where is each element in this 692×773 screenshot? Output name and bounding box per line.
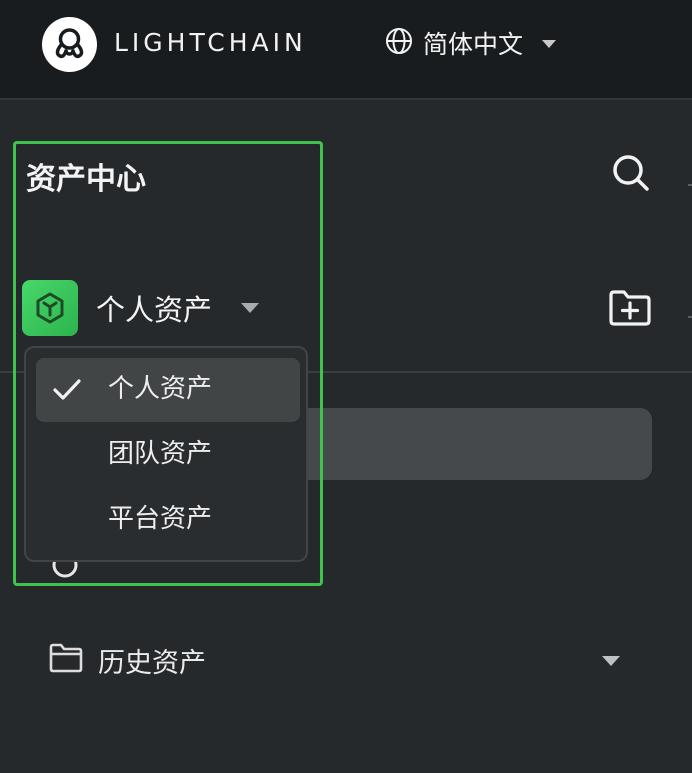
folder-icon — [48, 642, 84, 678]
tree-item-history-assets[interactable]: 历史资产 — [48, 638, 628, 682]
folder-plus-icon — [608, 289, 652, 331]
cube-icon — [22, 280, 78, 336]
language-label: 简体中文 — [423, 30, 524, 59]
dropdown-option-team[interactable]: 团队资产 — [36, 423, 300, 487]
new-folder-button[interactable] — [605, 285, 655, 335]
dropdown-option-platform[interactable]: 平台资产 — [36, 488, 300, 552]
tree-item-label: 历史资产 — [98, 647, 206, 679]
edge-mark — [688, 184, 692, 186]
dropdown-option-label: 团队资产 — [108, 439, 213, 469]
top-header: LIGHTCHAIN 简体中文 — [0, 0, 692, 100]
dropdown-option-label: 平台资产 — [108, 504, 213, 534]
page-title: 资产中心 — [26, 162, 146, 197]
dropdown-option-label: 个人资产 — [108, 374, 213, 404]
search-button[interactable] — [604, 148, 658, 202]
asset-search-bar[interactable] — [290, 408, 652, 480]
scope-label: 个人资产 — [96, 293, 213, 327]
language-selector[interactable]: 简体中文 — [385, 24, 557, 62]
check-icon — [52, 378, 82, 406]
search-icon — [611, 153, 651, 197]
brand-name: LIGHTCHAIN — [114, 28, 307, 57]
chevron-down-icon — [541, 34, 557, 53]
asset-scope-selector[interactable]: 个人资产 — [22, 280, 260, 336]
chevron-down-icon[interactable] — [601, 652, 621, 671]
octopus-logo-icon[interactable] — [42, 17, 97, 72]
dropdown-option-personal[interactable]: 个人资产 — [36, 358, 300, 422]
globe-icon — [385, 27, 413, 59]
edge-mark — [688, 316, 692, 318]
chevron-down-icon — [240, 299, 260, 318]
scope-dropdown-menu: 个人资产 团队资产 平台资产 — [24, 346, 308, 562]
